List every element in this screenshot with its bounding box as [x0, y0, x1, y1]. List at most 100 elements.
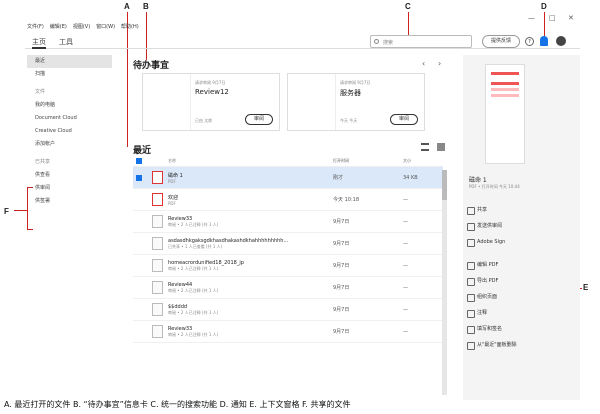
- tool-send-review[interactable]: 发送供审阅: [463, 218, 568, 234]
- sidebar-item-view[interactable]: 供查看: [27, 169, 112, 182]
- help-icon[interactable]: ?: [525, 37, 534, 46]
- scrollbar[interactable]: [442, 170, 447, 395]
- maximize-button[interactable]: □: [549, 14, 556, 22]
- table-row[interactable]: 磁命 1 PDF 刚才 34 KB: [133, 167, 443, 189]
- tool-fill-sign[interactable]: 填写和签名: [463, 321, 568, 337]
- close-button[interactable]: ✕: [568, 14, 574, 22]
- column-time[interactable]: 打开时间: [333, 158, 403, 164]
- file-size: —: [403, 218, 408, 225]
- sidebar-item-add-account[interactable]: 添加帐户: [27, 138, 112, 151]
- file-sub: 已共享 • 1 人已查看 (共 1 人): [168, 243, 223, 249]
- file-sub: PDF: [168, 200, 176, 206]
- callout-c-line: [408, 12, 409, 36]
- table-row[interactable]: asdasdhkgaksgdkhasdhakashdkhahhhhhhhhh..…: [133, 233, 443, 255]
- file-time: 9月7日: [333, 263, 350, 269]
- tool-edit-pdf[interactable]: 编辑 PDF: [463, 257, 568, 273]
- avatar[interactable]: [556, 36, 566, 46]
- card-meta: 请求审阅 9月7日: [195, 80, 226, 85]
- callout-b: B: [143, 2, 149, 11]
- column-size[interactable]: 大小: [403, 158, 443, 164]
- callout-e: E: [583, 283, 589, 292]
- sidebar-item-review[interactable]: 供审阅: [27, 182, 112, 195]
- notification-bell-icon[interactable]: [540, 36, 548, 46]
- file-time: 9月7日: [333, 307, 350, 313]
- list-view-icon[interactable]: [421, 143, 429, 151]
- tool-share[interactable]: 共享: [463, 202, 568, 218]
- review-button[interactable]: 审阅: [390, 114, 418, 125]
- recent-files-table: 名称 打开时间 大小 磁命 1 PDF 刚才 34 KB 欢迎 PDF 今天 10:…: [133, 155, 443, 343]
- card-title: 服务器: [340, 89, 361, 97]
- callout-d: D: [541, 2, 547, 11]
- file-sub: PDF: [168, 178, 176, 184]
- minimize-button[interactable]: —: [528, 14, 535, 22]
- sidebar-item-sign[interactable]: 供签署: [27, 195, 112, 208]
- pdf-file-icon: [151, 171, 163, 184]
- pdf-file-icon: [151, 193, 163, 206]
- callout-f-line: [14, 210, 27, 211]
- search-placeholder: 搜索: [383, 40, 394, 46]
- file-time: 9月7日: [333, 285, 350, 291]
- sidebar-item-my-pc[interactable]: 我的电脑: [27, 99, 112, 112]
- table-row[interactable]: homeacrordunified18_2018_jp 审阅 • 2 人已注释 (…: [133, 255, 443, 277]
- sidebar-header-shared: 已共享: [35, 159, 51, 165]
- tool-comment[interactable]: 注释: [463, 305, 568, 321]
- review-button[interactable]: 审阅: [245, 114, 273, 125]
- file-sub: 审阅 • 2 人已注释 (共 1 人): [168, 287, 219, 293]
- file-sub: 审阅 • 2 人已注释 (共 1 人): [168, 265, 219, 271]
- tool-remove-recent[interactable]: 从"最近"面板删除: [463, 337, 568, 353]
- row-checkbox[interactable]: [136, 174, 142, 181]
- tab-home[interactable]: 主页: [32, 37, 46, 49]
- document-icon: [151, 281, 163, 294]
- sidebar-header-files: 文件: [35, 89, 46, 95]
- doc-title: 磁命 1: [469, 177, 487, 184]
- doc-meta: PDF • 打开时间 今天 10:44: [469, 184, 520, 189]
- todo-card[interactable]: 请求审阅 9月7日 Review12 已由 太郎 审阅: [142, 73, 280, 131]
- next-icon[interactable]: ›: [438, 59, 441, 68]
- file-size: —: [403, 306, 408, 313]
- file-size: —: [403, 240, 408, 247]
- tool-export-pdf[interactable]: 导出 PDF: [463, 273, 568, 289]
- menu-view[interactable]: 视图(V): [73, 23, 90, 30]
- callout-f: F: [4, 207, 9, 216]
- table-row[interactable]: Review33 审阅 • 2 人已注释 (共 1 人) 9月7日 —: [133, 211, 443, 233]
- select-all-checkbox[interactable]: [136, 157, 142, 164]
- todo-title: 待办事宜: [133, 61, 170, 71]
- menu-window[interactable]: 窗口(W): [96, 23, 115, 30]
- document-icon: [151, 303, 163, 316]
- sidebar-item-creative-cloud[interactable]: Creative Cloud: [27, 125, 112, 138]
- tool-list: 共享 发送供审阅 Adobe Sign 编辑 PDF 导出 PDF 组织页面 注…: [463, 202, 568, 353]
- document-icon: [151, 325, 163, 338]
- sidebar: 最近 扫描 文件 我的电脑 Document Cloud Creative Cl…: [27, 55, 112, 208]
- file-name: 欢迎: [168, 194, 179, 201]
- table-row[interactable]: Review33 审阅 • 2 人已注释 (共 1 人) 9月7日 —: [133, 321, 443, 343]
- file-time: 刚才: [333, 175, 344, 181]
- document-icon: [151, 215, 163, 228]
- todo-card[interactable]: 请求审阅 9月7日 服务器 今天 今天 审阅: [287, 73, 425, 131]
- document-icon: [151, 237, 163, 250]
- sidebar-item-document-cloud[interactable]: Document Cloud: [27, 112, 112, 125]
- file-size: —: [403, 328, 408, 335]
- file-time: 9月7日: [333, 241, 350, 247]
- search-input[interactable]: 搜索: [370, 35, 472, 48]
- column-name[interactable]: 名称: [168, 158, 333, 164]
- card-footer: 已由 太郎: [195, 118, 213, 123]
- sidebar-item-scan[interactable]: 扫描: [27, 68, 112, 81]
- file-name: 磁命 1: [168, 172, 183, 179]
- feedback-button[interactable]: 提供反馈: [482, 35, 520, 48]
- tool-adobe-sign[interactable]: Adobe Sign: [463, 234, 568, 250]
- table-row[interactable]: $$dddd 审阅 • 2 人已注释 (共 1 人) 9月7日 —: [133, 299, 443, 321]
- menu-file[interactable]: 文件(F): [27, 23, 44, 30]
- context-pane: 磁命 1 PDF • 打开时间 今天 10:44 共享 发送供审阅 Adobe …: [463, 55, 580, 400]
- grid-view-icon[interactable]: [437, 143, 445, 151]
- table-row[interactable]: Review44 审阅 • 2 人已注释 (共 1 人) 9月7日 —: [133, 277, 443, 299]
- callout-a: A: [124, 2, 130, 11]
- sidebar-item-recent[interactable]: 最近: [27, 55, 112, 68]
- prev-icon[interactable]: ‹: [422, 59, 425, 68]
- tab-tools[interactable]: 工具: [59, 37, 73, 47]
- menu-help[interactable]: 帮助(H): [121, 23, 139, 30]
- menu-edit[interactable]: 编辑(E): [50, 23, 67, 30]
- card-thumbnail: [288, 74, 336, 130]
- table-row[interactable]: 欢迎 PDF 今天 10:18 —: [133, 189, 443, 211]
- card-thumbnail: [143, 74, 191, 130]
- tool-organize-pages[interactable]: 组织页面: [463, 289, 568, 305]
